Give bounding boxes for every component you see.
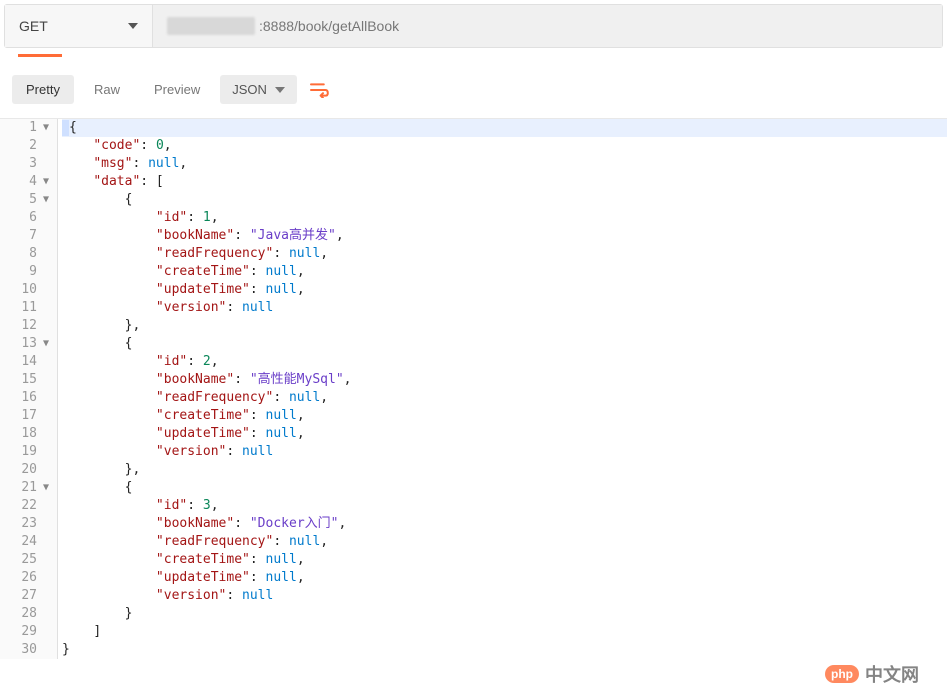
watermark-text: 中文网 <box>865 661 919 687</box>
code-content[interactable]: { "code": 0, "msg": null, "data": [ { "i… <box>58 119 947 659</box>
php-badge-icon: php <box>825 665 859 683</box>
code-line[interactable]: ] <box>62 623 947 641</box>
gutter-line[interactable]: 30 <box>8 641 49 659</box>
code-line[interactable]: "updateTime": null, <box>62 569 947 587</box>
gutter-line[interactable]: 20 <box>8 461 49 479</box>
gutter-line[interactable]: 13▼ <box>8 335 49 353</box>
gutter-line[interactable]: 19 <box>8 443 49 461</box>
code-line[interactable]: "data": [ <box>62 173 947 191</box>
code-line[interactable]: "readFrequency": null, <box>62 533 947 551</box>
response-toolbar: Pretty Raw Preview JSON <box>0 57 947 118</box>
gutter-line[interactable]: 8 <box>8 245 49 263</box>
fold-toggle-icon[interactable]: ▼ <box>41 479 49 497</box>
request-bar: GET :8888/book/getAllBook <box>4 4 943 48</box>
code-line[interactable]: { <box>62 119 947 137</box>
tab-raw[interactable]: Raw <box>80 75 134 104</box>
gutter-line[interactable]: 2 <box>8 137 49 155</box>
code-line[interactable]: "readFrequency": null, <box>62 389 947 407</box>
line-gutter[interactable]: 1▼234▼5▼678910111213▼1415161718192021▼22… <box>0 119 58 659</box>
code-line[interactable]: }, <box>62 317 947 335</box>
code-line[interactable]: "id": 1, <box>62 209 947 227</box>
code-line[interactable]: "version": null <box>62 299 947 317</box>
code-line[interactable]: } <box>62 605 947 623</box>
gutter-line[interactable]: 18 <box>8 425 49 443</box>
url-visible-text: :8888/book/getAllBook <box>259 18 399 34</box>
http-method-label: GET <box>19 18 48 34</box>
gutter-line[interactable]: 21▼ <box>8 479 49 497</box>
code-line[interactable]: "createTime": null, <box>62 407 947 425</box>
gutter-line[interactable]: 4▼ <box>8 173 49 191</box>
code-line[interactable]: "updateTime": null, <box>62 425 947 443</box>
code-line[interactable]: "bookName": "高性能MySql", <box>62 371 947 389</box>
code-line[interactable]: "createTime": null, <box>62 263 947 281</box>
format-label: JSON <box>232 82 267 97</box>
fold-toggle-icon[interactable]: ▼ <box>41 173 49 191</box>
code-line[interactable]: { <box>62 191 947 209</box>
cursor <box>62 120 69 136</box>
gutter-line[interactable]: 17 <box>8 407 49 425</box>
gutter-line[interactable]: 22 <box>8 497 49 515</box>
gutter-line[interactable]: 5▼ <box>8 191 49 209</box>
format-dropdown[interactable]: JSON <box>220 75 297 104</box>
tab-pretty[interactable]: Pretty <box>12 75 74 104</box>
tab-preview[interactable]: Preview <box>140 75 214 104</box>
obscured-host <box>167 17 255 35</box>
code-line[interactable]: { <box>62 479 947 497</box>
gutter-line[interactable]: 28 <box>8 605 49 623</box>
gutter-line[interactable]: 29 <box>8 623 49 641</box>
response-body: 1▼234▼5▼678910111213▼1415161718192021▼22… <box>0 118 947 659</box>
gutter-line[interactable]: 15 <box>8 371 49 389</box>
code-line[interactable]: "bookName": "Java高并发", <box>62 227 947 245</box>
http-method-dropdown[interactable]: GET <box>5 5 153 47</box>
code-line[interactable]: "version": null <box>62 587 947 605</box>
code-line[interactable]: "readFrequency": null, <box>62 245 947 263</box>
fold-toggle-icon[interactable]: ▼ <box>41 335 49 353</box>
code-line[interactable]: "updateTime": null, <box>62 281 947 299</box>
code-line[interactable]: "msg": null, <box>62 155 947 173</box>
gutter-line[interactable]: 6 <box>8 209 49 227</box>
gutter-line[interactable]: 12 <box>8 317 49 335</box>
gutter-line[interactable]: 23 <box>8 515 49 533</box>
gutter-line[interactable]: 1▼ <box>8 119 49 137</box>
gutter-line[interactable]: 26 <box>8 569 49 587</box>
chevron-down-icon <box>275 87 285 93</box>
fold-toggle-icon[interactable]: ▼ <box>41 119 49 137</box>
gutter-line[interactable]: 27 <box>8 587 49 605</box>
gutter-line[interactable]: 7 <box>8 227 49 245</box>
code-line[interactable]: }, <box>62 461 947 479</box>
code-line[interactable]: } <box>62 641 947 659</box>
code-line[interactable]: "version": null <box>62 443 947 461</box>
fold-toggle-icon[interactable]: ▼ <box>41 191 49 209</box>
watermark: php 中文网 <box>825 661 919 687</box>
code-line[interactable]: "bookName": "Docker入门", <box>62 515 947 533</box>
request-url-input[interactable]: :8888/book/getAllBook <box>153 5 942 47</box>
wrap-lines-icon[interactable] <box>309 82 329 98</box>
gutter-line[interactable]: 14 <box>8 353 49 371</box>
gutter-line[interactable]: 10 <box>8 281 49 299</box>
gutter-line[interactable]: 24 <box>8 533 49 551</box>
gutter-line[interactable]: 3 <box>8 155 49 173</box>
code-line[interactable]: { <box>62 335 947 353</box>
chevron-down-icon <box>128 23 138 29</box>
gutter-line[interactable]: 25 <box>8 551 49 569</box>
gutter-line[interactable]: 9 <box>8 263 49 281</box>
code-line[interactable]: "code": 0, <box>62 137 947 155</box>
code-line[interactable]: "createTime": null, <box>62 551 947 569</box>
code-line[interactable]: "id": 3, <box>62 497 947 515</box>
gutter-line[interactable]: 11 <box>8 299 49 317</box>
code-line[interactable]: "id": 2, <box>62 353 947 371</box>
gutter-line[interactable]: 16 <box>8 389 49 407</box>
